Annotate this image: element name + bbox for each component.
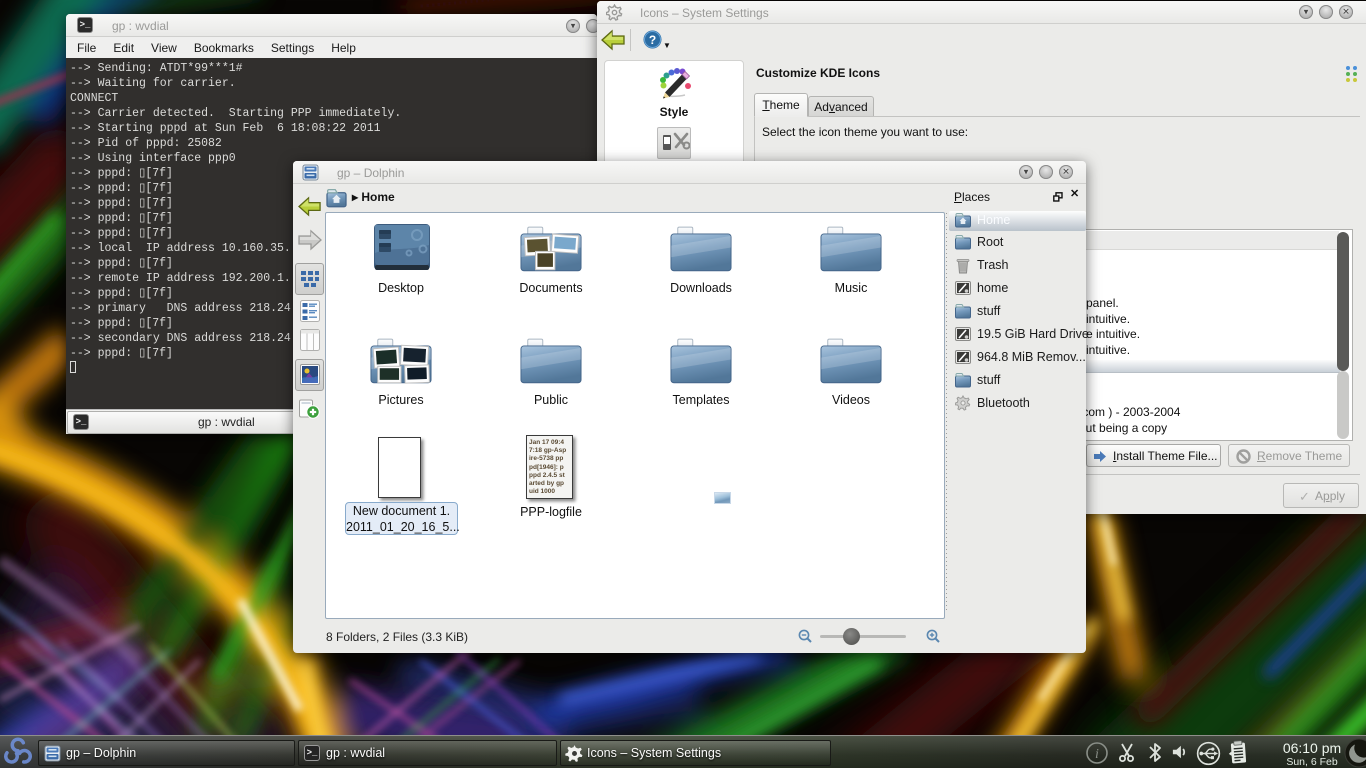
svg-text:i: i [1095, 747, 1099, 762]
svg-text:?: ? [649, 33, 656, 47]
